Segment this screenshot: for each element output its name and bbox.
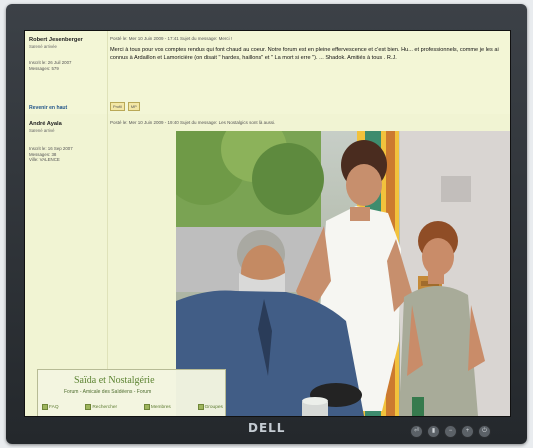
post-meta: Posté le: Mer 10 Juin 2009 - 19:40 Sujet…: [110, 120, 276, 125]
monitor-frame: Robert Jesenberger Saïené arrivée Inscri…: [6, 4, 527, 444]
post-row-1: Robert Jesenberger Saïené arrivée Inscri…: [25, 31, 510, 115]
post-author-rank: Saïené arrivé: [29, 128, 55, 133]
post-body: Merci à tous pour vos comptes rendus qui…: [110, 47, 499, 61]
post-author-rank: Saïené arrivée: [29, 44, 57, 49]
post-author-info: Inscrit le: 26 Juil 2007 Messages: 579: [29, 60, 71, 71]
groups-icon: [197, 404, 204, 410]
post-author-name[interactable]: Robert Jesenberger: [29, 37, 83, 43]
nav-members[interactable]: Membres: [143, 404, 171, 410]
nav-groups-label: Groupes: [204, 404, 223, 410]
post-author-column: Robert Jesenberger Saïené arrivée Inscri…: [25, 31, 108, 114]
post-author-messages: Messages: 579: [29, 65, 59, 71]
monitor-button-4[interactable]: +: [461, 425, 474, 438]
forum-header-box: Saïda et Nostalgérie Forum - Amicale des…: [37, 369, 226, 416]
dell-logo: DELL: [248, 421, 286, 435]
monitor-button-3[interactable]: −: [444, 425, 457, 438]
nav-faq[interactable]: FAQ: [42, 404, 59, 410]
post-meta: Posté le: Mer 10 Juin 2009 - 17:41 Sujet…: [110, 36, 233, 41]
nav-search-label: Rechercher: [92, 404, 118, 410]
post-author-city: Ville: VALENCE: [29, 157, 60, 162]
nav-search[interactable]: Rechercher: [85, 404, 117, 410]
forum-nav: FAQ Rechercher Membres Groupes: [42, 404, 223, 410]
power-button[interactable]: ⏻: [478, 425, 491, 438]
screen-area: Robert Jesenberger Saïené arrivée Inscri…: [24, 30, 511, 417]
forum-subtitle: Forum - Amicale des Saïdéens - Forum: [64, 389, 152, 395]
post-author-joined: Inscrit le: 26 Juil 2007: [29, 60, 72, 65]
post-author-name[interactable]: André Ayala: [29, 121, 62, 127]
faq-icon: [42, 404, 48, 410]
post-buttons: Profil MP: [110, 102, 140, 111]
members-icon: [143, 404, 150, 410]
back-to-top-link[interactable]: Revenir en haut: [29, 105, 67, 111]
post-photo: [176, 131, 510, 416]
nav-faq-label: FAQ: [49, 404, 59, 410]
search-icon: [85, 404, 92, 410]
monitor-button-2[interactable]: ▮: [427, 425, 440, 438]
nav-groups[interactable]: Groupes: [197, 404, 223, 410]
nav-members-label: Membres: [150, 404, 171, 410]
forum-title[interactable]: Saïda et Nostalgérie: [74, 375, 155, 386]
monitor-button-1[interactable]: ⏎: [410, 425, 423, 438]
post-author-info: Inscrit le: 16 Sep 2007 Messages: 38 Vil…: [29, 146, 73, 163]
message-button[interactable]: MP: [127, 102, 140, 111]
post-author-joined: Inscrit le: 16 Sep 2007: [29, 146, 73, 151]
profile-button[interactable]: Profil: [110, 102, 125, 111]
